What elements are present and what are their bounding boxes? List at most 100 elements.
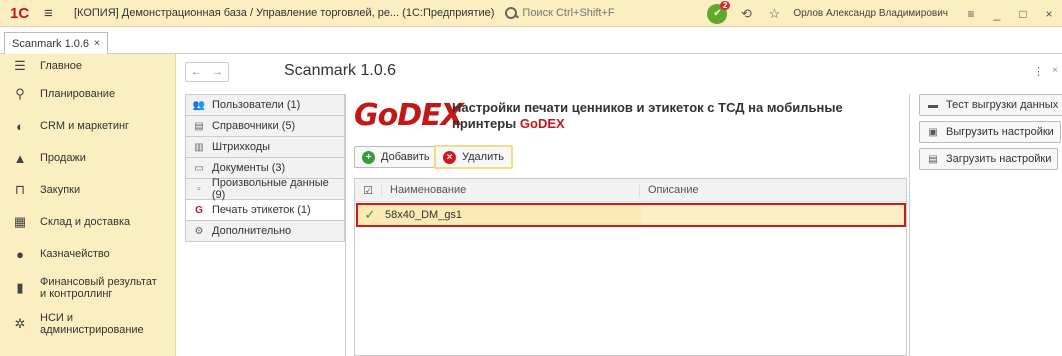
subnav-item-documents[interactable]: ▭ Документы (3) [185, 158, 345, 179]
notifications-icon[interactable]: ✔ 2 [707, 0, 731, 24]
notification-count-badge: 2 [719, 0, 731, 10]
sidebar-item-label: Планирование [40, 88, 116, 100]
form-menu-icon[interactable]: ⋮ [1033, 65, 1044, 78]
subnav-label: Документы (3) [212, 162, 286, 174]
sidebar-item-finance[interactable]: ▮ Финансовый результат и контроллинг [0, 270, 175, 306]
main-panel: ← → Scanmark 1.0.6 ⋮ × 👥 Пользователи (1… [176, 54, 1062, 356]
main-menu-icon[interactable]: ≡ [44, 5, 66, 22]
test-export-icon: ▬ [928, 99, 938, 111]
sidebar-item-label: НСИ и администрирование [40, 312, 144, 336]
subnav-item-additional[interactable]: ⚙ Дополнительно [185, 221, 345, 242]
menu-icon: ☰ [14, 58, 26, 73]
settings-menu-icon[interactable]: ≡ [958, 7, 984, 21]
subnav-label: Пользователи (1) [212, 99, 301, 111]
maximize-button[interactable]: □ [1010, 7, 1036, 21]
column-header-name[interactable]: Наименование [381, 184, 639, 196]
cart-icon: ⊓ [14, 182, 26, 197]
sidebar-item-purchases[interactable]: ⊓ Закупки [0, 174, 175, 206]
sidebar: ☰ Главное ⚲ Планирование ◐ CRM и маркети… [0, 54, 176, 356]
gear-icon: ✲ [14, 316, 26, 331]
sidebar-item-label: Продажи [40, 152, 86, 164]
column-header-description[interactable]: Описание [639, 184, 906, 196]
export-settings-label: Выгрузить настройки [946, 126, 1054, 138]
chart-icon: ▮ [16, 280, 24, 295]
users-icon: 👥 [192, 99, 206, 111]
tab-scanmark[interactable]: Scanmark 1.0.6 × [4, 32, 108, 54]
subnav-item-users[interactable]: 👥 Пользователи (1) [185, 95, 345, 116]
sidebar-item-crm[interactable]: ◐ CRM и маркетинг [0, 110, 175, 142]
sidebar-item-label: Казначейство [40, 248, 110, 260]
sidebar-item-planning[interactable]: ⚲ Планирование [0, 78, 175, 110]
gear-icon: ⚙ [194, 225, 204, 237]
crm-icon: ◐ [16, 118, 24, 134]
test-export-button[interactable]: ▬ Тест выгрузки данных [919, 94, 1062, 116]
minimize-button[interactable]: _ [984, 7, 1010, 21]
check-icon: ✓ [364, 207, 376, 222]
print-settings-table: ☑ Наименование Описание ✓ 58x40_DM_gs1 [354, 178, 907, 356]
back-button[interactable]: ← [191, 66, 202, 78]
table-row[interactable]: ✓ 58x40_DM_gs1 [356, 203, 906, 227]
import-settings-button[interactable]: ▤ Загрузить настройки [919, 148, 1059, 170]
warehouse-icon: ▦ [13, 214, 27, 229]
subnav-item-label-printing[interactable]: G Печать этикеток (1) [185, 200, 345, 221]
checkmark-column-icon: ☑ [363, 184, 373, 197]
sidebar-item-label: Склад и доставка [40, 216, 131, 228]
tab-close-icon[interactable]: × [94, 38, 100, 49]
godex-logo: GoDEX [354, 98, 464, 133]
global-search[interactable] [504, 6, 673, 20]
history-icon[interactable]: ⟲ [737, 6, 755, 22]
subnav-label: Печать этикеток (1) [212, 204, 311, 216]
app-title: [КОПИЯ] Демонстрационная база / Управлен… [74, 7, 495, 19]
sidebar-item-main[interactable]: ☰ Главное [0, 54, 175, 78]
printing-settings-content: GoDEX Настройки печати ценников и этикет… [345, 94, 909, 356]
row-description-cell[interactable] [641, 205, 904, 225]
favorites-star-icon[interactable]: ☆ [765, 6, 783, 22]
subnav-label: Произвольные данные (9) [211, 177, 329, 201]
sidebar-item-label: Финансовый результат и контроллинг [40, 276, 157, 300]
add-button[interactable]: + Добавить [354, 146, 438, 168]
1c-logo: 1С [10, 4, 30, 22]
actions-panel: ▬ Тест выгрузки данных ▣ Выгрузить настр… [909, 94, 1062, 356]
import-settings-label: Загрузить настройки [946, 153, 1052, 165]
barcode-icon: ▥ [194, 141, 204, 153]
sidebar-item-treasury[interactable]: ● Казначейство [0, 238, 175, 270]
settings-heading: Настройки печати ценников и этикеток с Т… [452, 100, 892, 132]
title-bar: 1С ≡ [КОПИЯ] Демонстрационная база / Упр… [0, 0, 1062, 27]
sidebar-item-label: Главное [40, 60, 83, 72]
subnav-item-barcodes[interactable]: ▥ Штрихкоды [185, 137, 345, 158]
godex-icon: G [195, 204, 203, 216]
delete-button[interactable]: × Удалить [434, 145, 513, 169]
subnav-item-custom-data[interactable]: ▫ Произвольные данные (9) [185, 177, 345, 201]
subnav-label: Справочники (5) [212, 120, 296, 132]
data-icon: ▫ [197, 183, 201, 195]
table-header: ☑ Наименование Описание [355, 179, 906, 202]
search-icon[interactable] [504, 6, 518, 20]
tab-strip: Scanmark 1.0.6 × [0, 27, 1062, 54]
user-name[interactable]: Орлов Александр Владимирович [793, 8, 948, 19]
page-title: Scanmark 1.0.6 [284, 62, 397, 79]
form-close-icon[interactable]: × [1052, 65, 1058, 76]
document-icon: ▭ [194, 162, 204, 174]
sidebar-item-label: Закупки [40, 184, 81, 196]
planning-icon: ⚲ [15, 86, 25, 101]
row-name-cell[interactable]: 58x40_DM_gs1 [382, 209, 641, 221]
section-nav: 👥 Пользователи (1) ▤ Справочники (5) ▥ Ш… [185, 94, 345, 242]
forward-button[interactable]: → [212, 66, 223, 78]
delete-icon: × [443, 150, 456, 164]
heading-brand: GoDEX [519, 116, 565, 131]
subnav-item-catalogs[interactable]: ▤ Справочники (5) [185, 116, 345, 137]
subnav-label: Штрихкоды [212, 141, 271, 153]
heading-text: Настройки печати ценников и этикеток с Т… [452, 100, 843, 131]
sidebar-item-sales[interactable]: ▲ Продажи [0, 142, 175, 174]
catalog-icon: ▤ [194, 120, 204, 132]
sidebar-item-label: CRM и маркетинг [40, 120, 130, 132]
sidebar-item-warehouse[interactable]: ▦ Склад и доставка [0, 206, 175, 238]
add-button-label: Добавить [381, 151, 430, 163]
search-input[interactable] [522, 7, 673, 19]
treasury-icon: ● [16, 246, 24, 262]
sidebar-item-admin[interactable]: ✲ НСИ и администрирование [0, 306, 175, 342]
export-settings-button[interactable]: ▣ Выгрузить настройки [919, 121, 1061, 143]
delete-button-label: Удалить [462, 151, 504, 163]
close-window-button[interactable]: × [1036, 7, 1062, 21]
subnav-label: Дополнительно [212, 225, 292, 237]
